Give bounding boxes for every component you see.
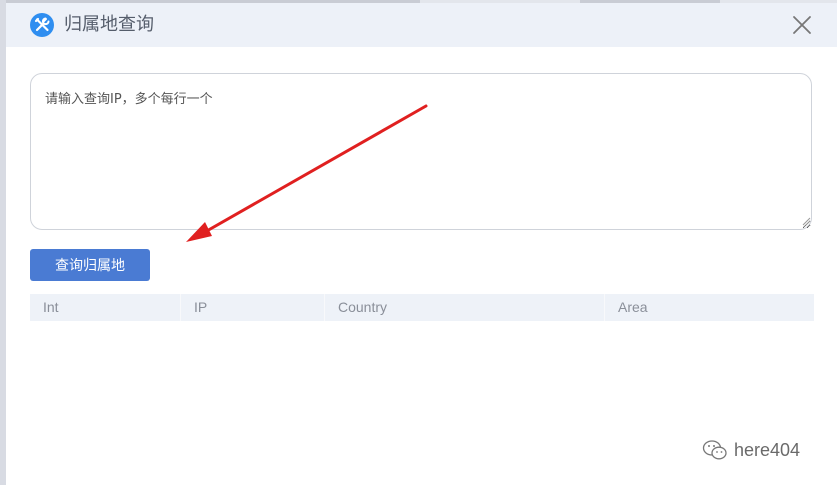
dialog-header: 归属地查询: [6, 3, 837, 47]
tools-icon: [30, 13, 54, 37]
wechat-icon: [702, 440, 727, 460]
column-header-area: Area: [618, 299, 648, 315]
ip-input[interactable]: [30, 73, 812, 230]
lookup-button[interactable]: 查询归属地: [30, 249, 150, 281]
column-header-int: Int: [30, 294, 181, 321]
column-header-country: Country: [325, 294, 605, 321]
watermark-text: here404: [734, 439, 801, 460]
results-table-header: Int IP Country Area: [30, 294, 814, 321]
column-header-ip: IP: [181, 294, 325, 321]
ip-lookup-dialog: 归属地查询 查询归属地 Int IP Country Area: [6, 3, 837, 485]
close-icon[interactable]: [790, 13, 814, 37]
watermark: here404: [702, 436, 800, 464]
dialog-title: 归属地查询: [64, 14, 154, 35]
